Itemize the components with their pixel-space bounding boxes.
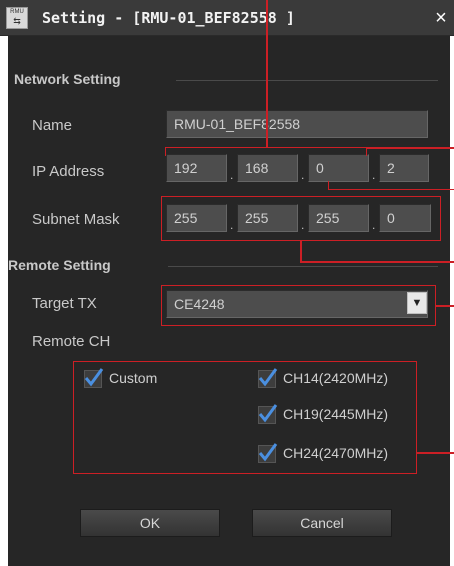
name-label: Name — [32, 117, 73, 134]
dropdown-arrow-icon[interactable]: ▼ — [407, 292, 427, 314]
window-title: Setting - [RMU-01_BEF82558 ] — [42, 9, 295, 27]
network-section-divider — [176, 80, 438, 81]
title-bar: RMU ⇆ Setting - [RMU-01_BEF82558 ] × — [0, 0, 454, 36]
ip-address-label: IP Address — [32, 163, 105, 180]
ch14-checkbox[interactable] — [258, 368, 278, 388]
custom-checkbox-label: Custom — [109, 370, 158, 386]
ip-octet-1-field[interactable]: 192 — [166, 154, 227, 182]
ip-octet-4-field[interactable]: 2 — [379, 154, 429, 182]
subnet-separator: . — [301, 218, 305, 232]
cancel-button[interactable]: Cancel — [252, 509, 392, 537]
ip-separator: . — [372, 168, 376, 182]
custom-checkbox[interactable] — [84, 368, 104, 388]
ip-separator: . — [301, 168, 305, 182]
subnet-mask-label: Subnet Mask — [32, 211, 120, 228]
subnet-octet-2-field[interactable]: 255 — [237, 204, 298, 232]
subnet-separator: . — [230, 218, 234, 232]
name-field[interactable]: RMU-01_BEF82558 — [166, 110, 428, 138]
checkmark-icon — [258, 404, 278, 423]
remote-section-divider — [168, 266, 438, 267]
checkmark-icon — [258, 368, 278, 387]
ok-button[interactable]: OK — [80, 509, 220, 537]
settings-dialog: Network Setting Name RMU-01_BEF82558 IP … — [8, 36, 450, 566]
network-setting-heading: Network Setting — [14, 71, 121, 87]
ch19-checkbox-label: CH19(2445MHz) — [283, 406, 389, 422]
checkmark-icon — [84, 368, 104, 387]
close-icon[interactable]: × — [430, 6, 452, 30]
ip-separator: . — [230, 168, 234, 182]
ch14-checkbox-label: CH14(2420MHz) — [283, 370, 389, 386]
target-tx-label: Target TX — [32, 295, 97, 312]
remote-setting-heading: Remote Setting — [8, 257, 111, 273]
subnet-octet-4-field[interactable]: 0 — [379, 204, 431, 232]
app-icon: RMU ⇆ — [6, 7, 28, 29]
ch24-checkbox-label: CH24(2470MHz) — [283, 445, 389, 461]
ip-octet-2-field[interactable]: 168 — [237, 154, 298, 182]
transfer-arrows-icon: ⇆ — [13, 16, 21, 26]
subnet-octet-1-field[interactable]: 255 — [166, 204, 227, 232]
subnet-octet-3-field[interactable]: 255 — [308, 204, 369, 232]
ch24-checkbox[interactable] — [258, 443, 278, 463]
ch19-checkbox[interactable] — [258, 404, 278, 424]
app-icon-text: RMU — [10, 9, 24, 15]
checkmark-icon — [258, 443, 278, 462]
remote-ch-label: Remote CH — [32, 333, 111, 350]
target-tx-select[interactable]: CE4248 — [166, 290, 428, 318]
ip-octet-3-field[interactable]: 0 — [308, 154, 369, 182]
subnet-separator: . — [372, 218, 376, 232]
